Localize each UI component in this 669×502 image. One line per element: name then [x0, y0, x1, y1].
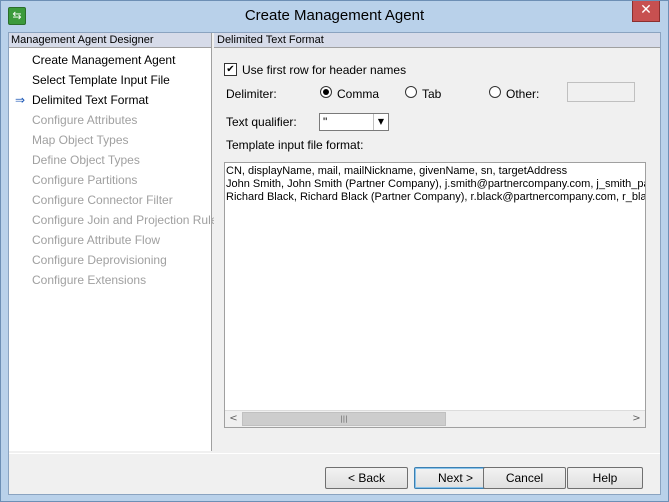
title-bar[interactable]: ⇆ Create Management Agent ✕: [1, 1, 668, 32]
cancel-button[interactable]: Cancel: [483, 467, 566, 489]
step-label: Configure Deprovisioning: [32, 253, 167, 267]
text-qualifier-label: Text qualifier:: [226, 115, 297, 129]
create-management-agent-window: ⇆ Create Management Agent ✕ Management A…: [0, 0, 669, 502]
step-configure-extensions: Configure Extensions: [9, 270, 211, 290]
step-label: Configure Partitions: [32, 173, 138, 187]
delimiter-other-input[interactable]: [567, 82, 635, 102]
delimiter-other-label: Other:: [506, 87, 540, 101]
step-configure-partitions: Configure Partitions: [9, 170, 211, 190]
delimited-text-format-panel: Delimited Text Format ✔ Use first row fo…: [214, 33, 660, 451]
delimiter-tab-label: Tab: [422, 87, 442, 101]
template-format-label: Template input file format:: [226, 138, 364, 152]
footer-divider: [9, 453, 660, 454]
horizontal-scrollbar[interactable]: < ||| >: [225, 410, 645, 427]
step-label: Delimited Text Format: [32, 93, 149, 107]
template-line: CN, displayName, mail, mailNickname, giv…: [226, 165, 568, 177]
step-configure-connector-filter: Configure Connector Filter: [9, 190, 211, 210]
delimiter-label: Delimiter:: [226, 87, 277, 101]
step-configure-deprovisioning: Configure Deprovisioning: [9, 250, 211, 270]
dialog-client-area: Management Agent Designer Create Managem…: [8, 32, 661, 495]
step-delimited-text-format[interactable]: ⇒ Delimited Text Format: [9, 90, 211, 110]
step-define-object-types: Define Object Types: [9, 150, 211, 170]
step-configure-attributes: Configure Attributes: [9, 110, 211, 130]
wizard-step-navigation: Management Agent Designer Create Managem…: [9, 33, 223, 451]
step-configure-join-and-projection-rules: Configure Join and Projection Rules: [9, 210, 223, 230]
close-button[interactable]: ✕: [632, 1, 660, 22]
use-first-row-label: Use first row for header names: [242, 63, 407, 77]
step-label: Configure Connector Filter: [32, 193, 173, 207]
template-line: Richard Black, Richard Black (Partner Co…: [226, 191, 646, 203]
step-label: Select Template Input File: [32, 73, 170, 87]
window-title: Create Management Agent: [244, 7, 425, 24]
text-qualifier-select[interactable]: " ▼: [319, 113, 389, 131]
delimiter-comma-label: Comma: [337, 87, 380, 101]
delimiter-other-radio[interactable]: [489, 86, 501, 98]
scroll-right-icon[interactable]: >: [628, 411, 645, 427]
delimiter-comma-radio[interactable]: [320, 86, 332, 98]
step-label: Define Object Types: [32, 153, 140, 167]
step-label: Configure Attribute Flow: [32, 233, 161, 247]
text-qualifier-value: ": [323, 115, 328, 129]
step-label: Configure Extensions: [32, 273, 147, 287]
step-create-management-agent[interactable]: Create Management Agent: [9, 50, 211, 70]
help-button[interactable]: Help: [567, 467, 643, 489]
use-first-row-checkbox[interactable]: ✔: [224, 63, 237, 76]
step-map-object-types: Map Object Types: [9, 130, 211, 150]
template-preview-text: CN, displayName, mail, mailNickname, giv…: [225, 165, 646, 204]
step-label: Map Object Types: [32, 133, 129, 147]
step-label: Configure Attributes: [32, 113, 138, 127]
back-button[interactable]: < Back: [325, 467, 408, 489]
arrow-right-icon: ⇒: [15, 93, 26, 107]
step-label: Create Management Agent: [32, 53, 176, 67]
panel-header: Delimited Text Format: [214, 33, 660, 48]
step-configure-attribute-flow: Configure Attribute Flow: [9, 230, 211, 250]
step-list: Create Management Agent Select Template …: [9, 50, 223, 290]
step-label: Configure Join and Projection Rules: [32, 213, 224, 227]
scroll-left-icon[interactable]: <: [225, 411, 242, 427]
template-preview-box[interactable]: CN, displayName, mail, mailNickname, giv…: [224, 162, 646, 428]
delimiter-tab-radio[interactable]: [405, 86, 417, 98]
scroll-thumb[interactable]: |||: [242, 412, 446, 426]
chevron-down-icon[interactable]: ▼: [373, 114, 388, 130]
step-select-template-input-file[interactable]: Select Template Input File: [9, 70, 211, 90]
nav-header: Management Agent Designer: [9, 33, 211, 48]
template-line: John Smith, John Smith (Partner Company)…: [226, 178, 646, 190]
